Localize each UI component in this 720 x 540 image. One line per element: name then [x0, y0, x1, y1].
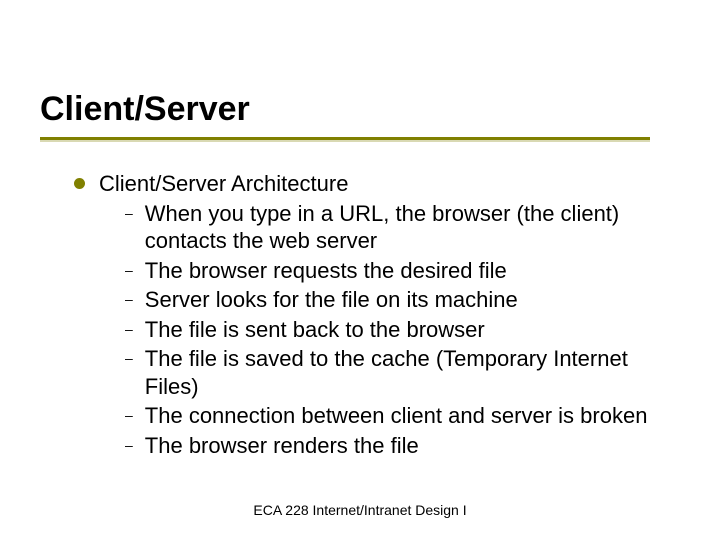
list-item: – The browser renders the file: [99, 432, 680, 460]
list-item: – Server looks for the file on its machi…: [99, 286, 680, 314]
dash-icon: –: [125, 286, 133, 313]
dash-icon: –: [125, 257, 133, 284]
bullet-dot-icon: [74, 178, 85, 189]
list-item: – The file is sent back to the browser: [99, 316, 680, 344]
list-item: – The file is saved to the cache (Tempor…: [99, 345, 680, 400]
dash-icon: –: [125, 432, 133, 459]
level2-text: The browser requests the desired file: [145, 257, 507, 285]
level2-text: The connection between client and server…: [145, 402, 648, 430]
slide-footer: ECA 228 Internet/Intranet Design I: [0, 502, 720, 518]
level2-text: Server looks for the file on its machine: [145, 286, 518, 314]
level1-text: Client/Server Architecture: [99, 170, 680, 198]
level2-list: – When you type in a URL, the browser (t…: [99, 200, 680, 460]
slide: Client/Server Client/Server Architecture…: [0, 0, 720, 540]
title-area: Client/Server: [0, 0, 720, 129]
slide-title: Client/Server: [40, 90, 720, 129]
dash-icon: –: [125, 345, 133, 372]
content-area: Client/Server Architecture – When you ty…: [0, 140, 720, 459]
title-underline: [40, 137, 650, 140]
level2-text: The file is saved to the cache (Temporar…: [145, 345, 680, 400]
level2-text: When you type in a URL, the browser (the…: [145, 200, 680, 255]
level2-text: The file is sent back to the browser: [145, 316, 485, 344]
dash-icon: –: [125, 200, 133, 227]
level2-text: The browser renders the file: [145, 432, 419, 460]
dash-icon: –: [125, 402, 133, 429]
list-item: – The browser requests the desired file: [99, 257, 680, 285]
bullet-level1: Client/Server Architecture – When you ty…: [74, 170, 680, 459]
list-item: – The connection between client and serv…: [99, 402, 680, 430]
bullet-level1-body: Client/Server Architecture – When you ty…: [99, 170, 680, 459]
list-item: – When you type in a URL, the browser (t…: [99, 200, 680, 255]
dash-icon: –: [125, 316, 133, 343]
